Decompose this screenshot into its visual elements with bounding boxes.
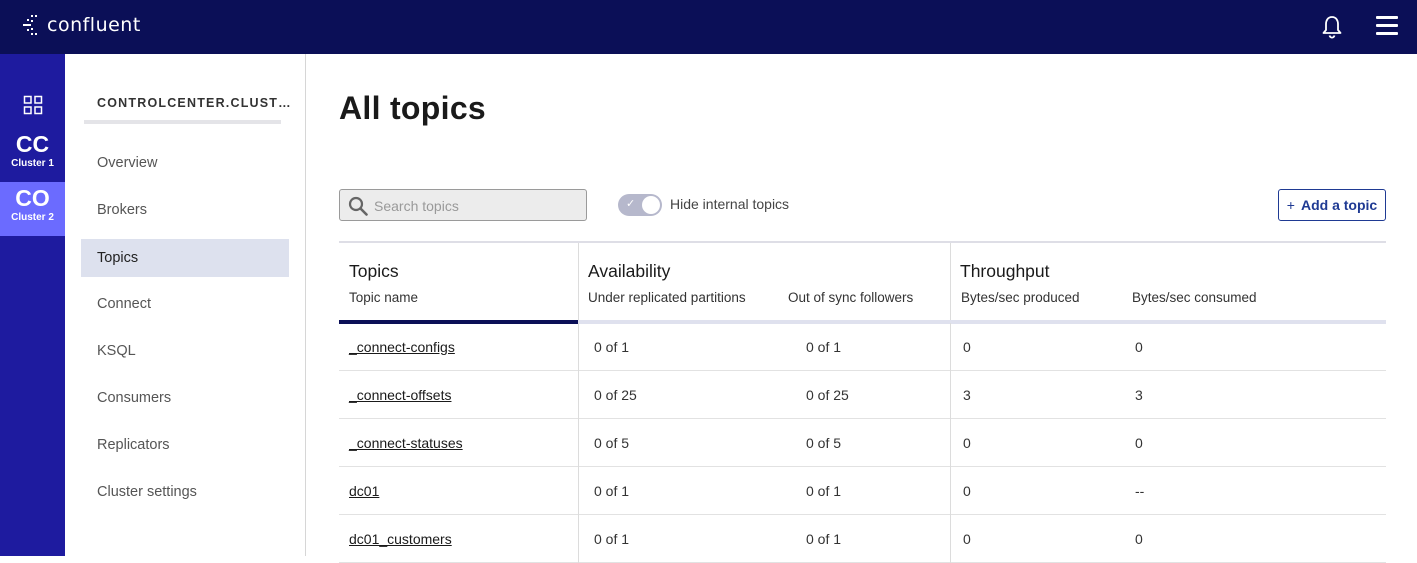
sidebar-item-connect[interactable]: Connect bbox=[81, 285, 289, 323]
group-title-throughput: Throughput bbox=[960, 261, 1050, 281]
under-replicated-value: 0 of 25 bbox=[594, 387, 637, 403]
under-replicated-value: 0 of 1 bbox=[594, 339, 630, 355]
bytes-consumed-value: 0 bbox=[1135, 339, 1143, 355]
column-header-out-of-sync[interactable]: Out of sync followers bbox=[788, 290, 913, 305]
table-row: _connect-configs 0 of 1 0 of 1 0 0 bbox=[339, 323, 1386, 371]
bytes-consumed-value: -- bbox=[1135, 483, 1145, 499]
bytes-consumed-value: 0 bbox=[1135, 435, 1143, 451]
column-divider bbox=[950, 371, 951, 419]
topics-table: Topics Availability Throughput Topic nam… bbox=[339, 241, 1386, 563]
column-header-topic-name[interactable]: Topic name bbox=[349, 290, 418, 305]
add-topic-button[interactable]: + Add a topic bbox=[1278, 189, 1386, 221]
column-divider bbox=[950, 419, 951, 467]
bytes-produced-value: 0 bbox=[963, 339, 971, 355]
page-title: All topics bbox=[339, 90, 487, 126]
group-title-availability: Availability bbox=[588, 261, 671, 281]
bell-icon[interactable] bbox=[1320, 14, 1344, 40]
confluent-logo-icon bbox=[23, 15, 37, 35]
topic-link[interactable]: _connect-offsets bbox=[349, 371, 451, 419]
group-title-topics: Topics bbox=[349, 261, 399, 281]
grid-icon[interactable] bbox=[23, 95, 43, 115]
plus-icon: + bbox=[1286, 197, 1295, 213]
topic-link[interactable]: _connect-statuses bbox=[349, 419, 463, 467]
sidebar-item-ksql[interactable]: KSQL bbox=[81, 332, 289, 370]
divider bbox=[84, 120, 281, 124]
sidebar: CONTROLCENTER.CLUST… Overview Brokers To… bbox=[65, 54, 306, 556]
add-topic-label: Add a topic bbox=[1300, 197, 1378, 213]
main-content: All topics ✓ Hide internal topics + Add a… bbox=[307, 54, 1417, 563]
bytes-produced-value: 0 bbox=[963, 435, 971, 451]
topic-link[interactable]: dc01 bbox=[349, 467, 379, 515]
toggle-label: Hide internal topics bbox=[670, 196, 790, 212]
bytes-produced-value: 3 bbox=[963, 387, 971, 403]
cluster-title: CONTROLCENTER.CLUST… bbox=[97, 96, 292, 110]
bytes-consumed-value: 3 bbox=[1135, 387, 1143, 403]
column-divider bbox=[578, 323, 579, 371]
under-replicated-value: 0 of 1 bbox=[594, 483, 630, 499]
cluster-abbr: CC bbox=[15, 131, 50, 157]
column-header-bytes-consumed[interactable]: Bytes/sec consumed bbox=[1132, 290, 1257, 305]
cluster-1-button[interactable]: CC Cluster 1 bbox=[0, 128, 65, 182]
out-of-sync-value: 0 of 1 bbox=[806, 339, 842, 355]
column-divider bbox=[578, 419, 579, 467]
sidebar-item-replicators[interactable]: Replicators bbox=[81, 426, 289, 464]
table-row: _connect-statuses 0 of 5 0 of 5 0 0 bbox=[339, 419, 1386, 467]
sidebar-item-brokers[interactable]: Brokers bbox=[81, 191, 289, 229]
cluster-2-button[interactable]: CO Cluster 2 bbox=[0, 182, 65, 236]
search-box[interactable] bbox=[339, 189, 587, 221]
hamburger-menu-icon[interactable] bbox=[1376, 16, 1398, 36]
sidebar-item-cluster-settings[interactable]: Cluster settings bbox=[81, 473, 289, 511]
sidebar-item-topics[interactable]: Topics bbox=[81, 239, 289, 277]
check-icon: ✓ bbox=[626, 198, 636, 210]
table-row: _connect-offsets 0 of 25 0 of 25 3 3 bbox=[339, 371, 1386, 419]
column-divider bbox=[950, 323, 951, 371]
under-replicated-value: 0 of 5 bbox=[594, 435, 630, 451]
cluster-name: Cluster 2 bbox=[11, 212, 54, 223]
column-divider bbox=[578, 243, 579, 323]
sidebar-item-consumers[interactable]: Consumers bbox=[81, 379, 289, 417]
search-input[interactable] bbox=[374, 196, 579, 216]
confluent-logo[interactable]: confluent bbox=[22, 13, 141, 37]
column-divider bbox=[950, 467, 951, 515]
top-bar: confluent bbox=[0, 0, 1417, 54]
sidebar-item-overview[interactable]: Overview bbox=[81, 144, 289, 182]
logo-text: confluent bbox=[47, 14, 141, 36]
hide-internal-toggle[interactable]: ✓ bbox=[618, 194, 662, 216]
out-of-sync-value: 0 of 25 bbox=[806, 387, 849, 403]
column-header-under-replicated[interactable]: Under replicated partitions bbox=[588, 290, 746, 305]
cluster-rail: CC Cluster 1 CO Cluster 2 bbox=[0, 54, 65, 556]
search-icon bbox=[348, 196, 368, 216]
toggle-knob bbox=[642, 196, 660, 214]
column-header-bytes-produced[interactable]: Bytes/sec produced bbox=[961, 290, 1080, 305]
out-of-sync-value: 0 of 5 bbox=[806, 435, 842, 451]
bytes-produced-value: 0 bbox=[963, 483, 971, 499]
cluster-abbr: CO bbox=[15, 185, 50, 211]
column-divider bbox=[950, 243, 951, 323]
topic-link[interactable]: _connect-configs bbox=[349, 323, 455, 371]
table-row: dc01 0 of 1 0 of 1 0 -- bbox=[339, 467, 1386, 515]
column-divider bbox=[578, 467, 579, 515]
cluster-name: Cluster 1 bbox=[11, 158, 54, 169]
out-of-sync-value: 0 of 1 bbox=[806, 483, 842, 499]
column-divider bbox=[578, 371, 579, 419]
table-header: Topics Availability Throughput Topic nam… bbox=[339, 241, 1386, 324]
